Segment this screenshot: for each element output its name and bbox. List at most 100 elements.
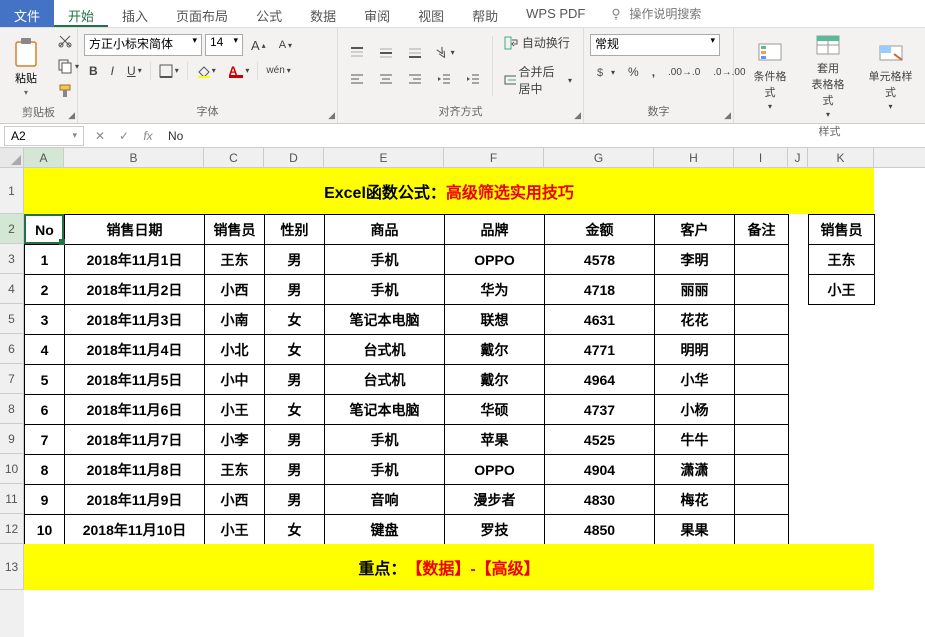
data-cell[interactable]: 小西 (205, 485, 265, 515)
data-cell[interactable]: 4578 (545, 245, 655, 275)
data-cell[interactable]: 女 (265, 335, 325, 365)
row-header-12[interactable]: 12 (0, 514, 24, 544)
increase-indent-button[interactable] (460, 69, 486, 89)
data-cell[interactable]: 小李 (205, 425, 265, 455)
data-cell[interactable]: 王东 (205, 245, 265, 275)
data-cell[interactable]: 1 (25, 245, 65, 275)
data-cell[interactable]: 漫步者 (445, 485, 545, 515)
data-cell[interactable]: 4904 (545, 455, 655, 485)
data-cell[interactable] (735, 515, 789, 545)
align-top-button[interactable] (344, 43, 370, 63)
row-header-8[interactable]: 8 (0, 394, 24, 424)
menu-视图[interactable]: 视图 (404, 0, 458, 27)
menu-开始[interactable]: 开始 (54, 0, 108, 27)
number-launcher[interactable]: ◢ (724, 110, 731, 121)
menu-WPS PDF[interactable]: WPS PDF (512, 0, 599, 27)
data-cell[interactable]: 小华 (655, 365, 735, 395)
border-button[interactable]: ▾ (154, 61, 184, 81)
paste-button[interactable]: 粘贴 ▾ (6, 34, 46, 99)
clipboard-launcher[interactable]: ◢ (68, 110, 75, 121)
row-header-1[interactable]: 1 (0, 168, 24, 214)
data-cell[interactable]: 台式机 (325, 335, 445, 365)
data-cell[interactable]: 李明 (655, 245, 735, 275)
menu-file[interactable]: 文件 (0, 0, 54, 27)
data-cell[interactable]: 手机 (325, 425, 445, 455)
phonetic-button[interactable]: wén▾ (261, 62, 295, 79)
menu-数据[interactable]: 数据 (296, 0, 350, 27)
col-header-D[interactable]: D (264, 148, 324, 167)
data-cell[interactable]: 丽丽 (655, 275, 735, 305)
col-header-G[interactable]: G (544, 148, 654, 167)
side-data-cell[interactable]: 小王 (809, 275, 875, 305)
row-header-2[interactable]: 2 (0, 214, 24, 244)
align-center-button[interactable] (373, 69, 399, 89)
menu-审阅[interactable]: 审阅 (350, 0, 404, 27)
col-header-I[interactable]: I (734, 148, 788, 167)
percent-format-button[interactable]: % (623, 62, 644, 82)
data-cell[interactable]: 5 (25, 365, 65, 395)
col-header-F[interactable]: F (444, 148, 544, 167)
font-size-select[interactable]: 14▾ (205, 34, 243, 56)
increase-font-button[interactable]: A▴ (246, 35, 271, 56)
header-cell[interactable]: 销售日期 (65, 215, 205, 245)
comma-format-button[interactable]: , (647, 62, 660, 82)
header-cell[interactable]: No (25, 215, 65, 245)
decrease-font-button[interactable]: A▾ (274, 36, 297, 54)
data-cell[interactable]: 果果 (655, 515, 735, 545)
data-cell[interactable]: 2018年11月10日 (65, 515, 205, 545)
data-cell[interactable]: 2018年11月5日 (65, 365, 205, 395)
menu-公式[interactable]: 公式 (242, 0, 296, 27)
data-cell[interactable]: 手机 (325, 455, 445, 485)
header-cell[interactable]: 销售员 (205, 215, 265, 245)
data-cell[interactable]: 男 (265, 425, 325, 455)
data-cell[interactable]: 戴尔 (445, 365, 545, 395)
row-header-13[interactable]: 13 (0, 544, 24, 590)
data-cell[interactable]: 女 (265, 515, 325, 545)
data-cell[interactable]: 4631 (545, 305, 655, 335)
data-cell[interactable]: 联想 (445, 305, 545, 335)
number-format-select[interactable]: 常规▾ (590, 34, 720, 56)
data-cell[interactable]: 4737 (545, 395, 655, 425)
data-cell[interactable]: 王东 (205, 455, 265, 485)
name-box[interactable]: A2▾ (4, 126, 84, 146)
cell-styles-button[interactable]: 单元格样式▾ (862, 38, 919, 113)
data-cell[interactable]: 音响 (325, 485, 445, 515)
data-cell[interactable]: 戴尔 (445, 335, 545, 365)
data-cell[interactable]: 罗技 (445, 515, 545, 545)
data-cell[interactable]: 牛牛 (655, 425, 735, 455)
font-color-button[interactable]: A▾ (224, 60, 255, 81)
data-cell[interactable]: 小王 (205, 395, 265, 425)
data-cell[interactable] (735, 455, 789, 485)
data-cell[interactable]: 华硕 (445, 395, 545, 425)
data-cell[interactable]: 梅花 (655, 485, 735, 515)
header-cell[interactable]: 客户 (655, 215, 735, 245)
align-right-button[interactable] (402, 69, 428, 89)
select-all-button[interactable] (0, 148, 24, 167)
data-cell[interactable]: 小中 (205, 365, 265, 395)
data-cell[interactable]: OPPO (445, 245, 545, 275)
row-header-6[interactable]: 6 (0, 334, 24, 364)
data-cell[interactable]: OPPO (445, 455, 545, 485)
data-cell[interactable]: 8 (25, 455, 65, 485)
data-cell[interactable]: 2018年11月1日 (65, 245, 205, 275)
underline-button[interactable]: U▾ (122, 61, 147, 81)
data-cell[interactable]: 小杨 (655, 395, 735, 425)
col-header-H[interactable]: H (654, 148, 734, 167)
row-header-7[interactable]: 7 (0, 364, 24, 394)
header-cell[interactable]: 金额 (545, 215, 655, 245)
data-cell[interactable] (735, 485, 789, 515)
col-header-B[interactable]: B (64, 148, 204, 167)
menu-帮助[interactable]: 帮助 (458, 0, 512, 27)
data-cell[interactable]: 男 (265, 365, 325, 395)
data-cell[interactable]: 小南 (205, 305, 265, 335)
data-cell[interactable]: 4771 (545, 335, 655, 365)
data-cell[interactable]: 2018年11月3日 (65, 305, 205, 335)
tell-me-search[interactable]: 操作说明搜索 (599, 0, 711, 27)
enter-formula-button[interactable]: ✓ (112, 129, 136, 143)
data-cell[interactable]: 4830 (545, 485, 655, 515)
data-cell[interactable]: 女 (265, 305, 325, 335)
row-header-9[interactable]: 9 (0, 424, 24, 454)
orientation-button[interactable]: ≫▾ (431, 43, 460, 63)
align-middle-button[interactable] (373, 43, 399, 63)
data-cell[interactable]: 小王 (205, 515, 265, 545)
